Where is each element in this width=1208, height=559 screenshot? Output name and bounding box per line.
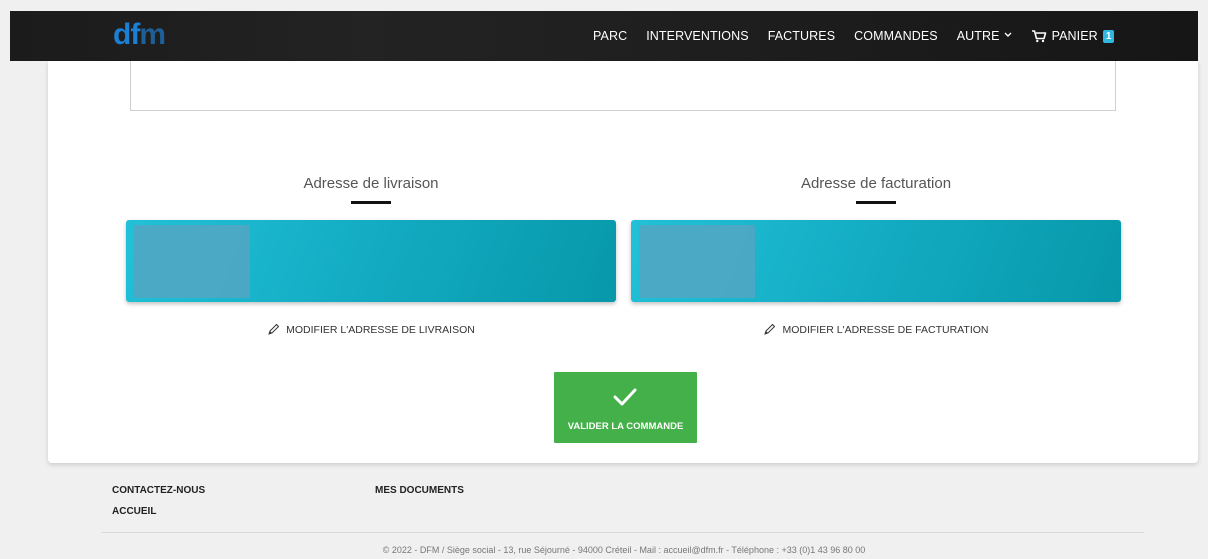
nav-item-autre-label: AUTRE (956, 29, 1000, 43)
address-thumbnail (639, 225, 755, 298)
footer-link-documents[interactable]: MES DOCUMENTS (375, 485, 464, 496)
nav-item-panier[interactable]: PANIER 1 (1031, 29, 1115, 43)
top-navbar: dfm PARC INTERVENTIONS FACTURES COMMANDE… (10, 11, 1198, 61)
delivery-address-card[interactable] (126, 220, 616, 302)
cart-label: PANIER (1051, 29, 1098, 43)
nav-item-parc[interactable]: PARC (593, 29, 627, 43)
logo-text-a: df (113, 18, 140, 51)
edit-billing-address-label: MODIFIER L'ADRESSE DE FACTURATION (782, 323, 989, 336)
logo-text-b: m (139, 18, 166, 51)
title-underline (351, 201, 391, 204)
order-summary-card: Adresse de livraison MODIFIER L'ADRESSE … (48, 61, 1198, 463)
billing-address-title: Adresse de facturation (800, 175, 952, 192)
validate-order-label: VALIDER LA COMMANDE (567, 421, 684, 432)
order-details-box (130, 61, 1116, 111)
address-thumbnail (134, 225, 250, 298)
pencil-icon (764, 323, 776, 335)
cart-icon (1031, 30, 1046, 43)
cart-count-badge: 1 (1102, 29, 1115, 43)
title-underline (856, 201, 896, 204)
footer-copyright: © 2022 - DFM / Siège social - 13, rue Sé… (382, 545, 866, 555)
edit-delivery-address-label: MODIFIER L'ADRESSE DE LIVRAISON (286, 323, 475, 336)
nav-menu: PARC INTERVENTIONS FACTURES COMMANDES AU… (593, 11, 1133, 61)
footer-link-home[interactable]: ACCUEIL (112, 506, 156, 517)
dfm-logo[interactable]: dfm (113, 18, 166, 51)
footer-link-contact[interactable]: CONTACTEZ-NOUS (112, 485, 205, 496)
validate-order-button[interactable]: VALIDER LA COMMANDE (554, 372, 697, 443)
delivery-address-title: Adresse de livraison (303, 175, 439, 192)
edit-billing-address-link[interactable]: MODIFIER L'ADRESSE DE FACTURATION (631, 323, 1121, 336)
nav-item-autre[interactable]: AUTRE (957, 29, 1012, 43)
chevron-down-icon (1004, 30, 1012, 40)
nav-item-factures[interactable]: FACTURES (768, 29, 835, 43)
edit-delivery-address-link[interactable]: MODIFIER L'ADRESSE DE LIVRAISON (126, 323, 616, 336)
footer-divider (102, 532, 1144, 533)
nav-item-commandes[interactable]: COMMANDES (854, 29, 938, 43)
billing-address-card[interactable] (631, 220, 1121, 302)
nav-item-interventions[interactable]: INTERVENTIONS (646, 29, 748, 43)
pencil-icon (268, 323, 280, 335)
check-icon (613, 388, 637, 406)
